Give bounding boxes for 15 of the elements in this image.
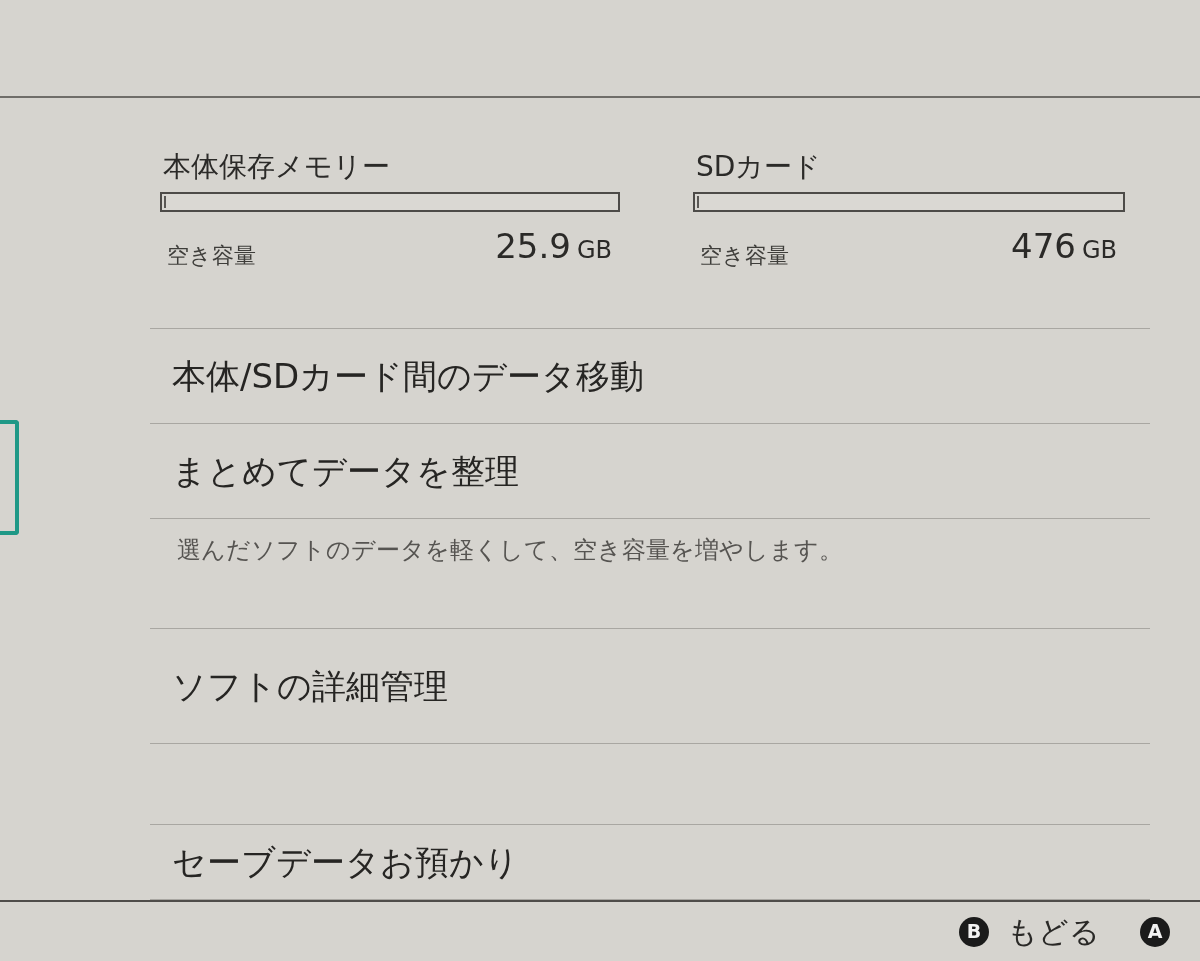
free-space-value: 476 GB [1011,226,1117,268]
key-glyph: B [959,916,989,947]
free-space-value: 25.9 GB [495,226,612,268]
menu-item[interactable]: ソフトの詳細管理 [150,629,1150,744]
free-space-label: 空き容量 [700,242,789,270]
menu-item[interactable]: セーブデータお預かり [150,825,1150,900]
menu-item[interactable]: 本体/SDカード間のデータ移動 [150,329,1150,424]
menu-item-description: 選んだソフトのデータを軽くして、空き容量を増やします。 [177,536,843,564]
storage-name: SDカード [695,150,822,184]
sidebar-item[interactable] [0,420,19,535]
menu-item[interactable]: まとめてデータを整理 [150,424,1150,519]
storage-name: 本体保存メモリー [162,150,390,184]
footer-button[interactable]: B もどる [959,913,1100,950]
free-space-label: 空き容量 [167,242,256,270]
key-glyph-button[interactable]: A [1140,916,1170,947]
